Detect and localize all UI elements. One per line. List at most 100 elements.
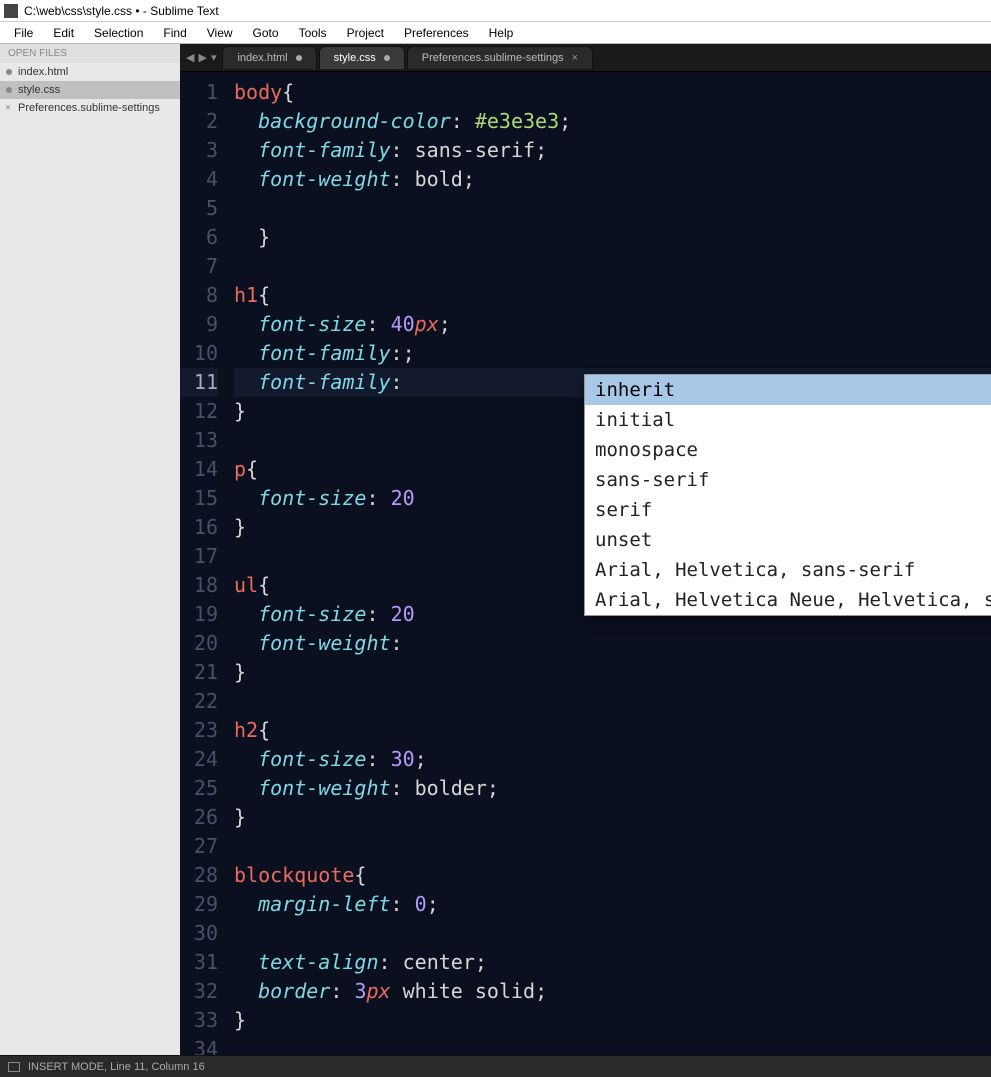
menu-file[interactable]: File [4, 24, 43, 42]
panel-switcher-icon[interactable] [8, 1062, 20, 1072]
autocomplete-item[interactable]: Arial, Helvetica Neue, Helvetica, sans-s… [585, 585, 991, 615]
open-file-item[interactable]: style.css [0, 81, 180, 99]
autocomplete-item[interactable]: monospace [585, 435, 991, 465]
line-number: 24 [180, 745, 218, 774]
tab-index-html[interactable]: index.html [222, 46, 316, 69]
code-line[interactable]: body{ [234, 78, 991, 107]
dirty-dot-icon [296, 55, 302, 61]
tab-nav-menu-icon[interactable]: ▾ [211, 51, 217, 64]
line-number: 3 [180, 136, 218, 165]
line-number: 25 [180, 774, 218, 803]
code-line[interactable] [234, 252, 991, 281]
menu-preferences[interactable]: Preferences [394, 24, 479, 42]
line-number: 19 [180, 600, 218, 629]
tab-nav-back-icon[interactable]: ◀ [186, 51, 194, 64]
code-line[interactable] [234, 919, 991, 948]
line-number: 7 [180, 252, 218, 281]
titlebar: C:\web\css\style.css • - Sublime Text [0, 0, 991, 22]
tab-style-css[interactable]: style.css [319, 46, 405, 69]
line-number: 13 [180, 426, 218, 455]
autocomplete-item[interactable]: initial [585, 405, 991, 435]
code-line[interactable]: } [234, 223, 991, 252]
line-number: 2 [180, 107, 218, 136]
code-line[interactable]: } [234, 658, 991, 687]
code-line[interactable]: blockquote{ [234, 861, 991, 890]
code-line[interactable]: background-color: #e3e3e3; [234, 107, 991, 136]
line-number: 29 [180, 890, 218, 919]
code-line[interactable]: } [234, 803, 991, 832]
line-number: 15 [180, 484, 218, 513]
autocomplete-popup[interactable]: inheritinitialmonospacesans-serifserifun… [584, 374, 991, 616]
code-line[interactable]: font-weight: bold; [234, 165, 991, 194]
code-line[interactable]: } [234, 1006, 991, 1035]
menu-edit[interactable]: Edit [43, 24, 84, 42]
code-line[interactable]: text-align: center; [234, 948, 991, 977]
tab-label: style.css [334, 52, 376, 64]
window-title: C:\web\css\style.css • - Sublime Text [24, 4, 219, 18]
autocomplete-item[interactable]: unset [585, 525, 991, 555]
menu-project[interactable]: Project [337, 24, 394, 42]
tab-preferences-sublime-settings[interactable]: Preferences.sublime-settings × [407, 46, 593, 69]
code-line[interactable]: border: 3px white solid; [234, 977, 991, 1006]
code-line[interactable]: font-family: sans-serif; [234, 136, 991, 165]
line-number: 22 [180, 687, 218, 716]
autocomplete-item[interactable]: Arial, Helvetica, sans-serif [585, 555, 991, 585]
autocomplete-item[interactable]: inherit [585, 375, 991, 405]
code-line[interactable]: font-family:; [234, 339, 991, 368]
code-line[interactable] [234, 194, 991, 223]
open-file-item[interactable]: × Preferences.sublime-settings [0, 99, 180, 117]
code-line[interactable]: h2{ [234, 716, 991, 745]
close-icon[interactable]: × [572, 52, 578, 64]
code-line[interactable] [234, 1035, 991, 1055]
autocomplete-item[interactable]: sans-serif [585, 465, 991, 495]
line-number: 11 [180, 368, 218, 397]
menu-find[interactable]: Find [153, 24, 196, 42]
code-line[interactable] [234, 832, 991, 861]
line-number: 28 [180, 861, 218, 890]
tab-label: Preferences.sublime-settings [422, 52, 564, 64]
open-files-header: OPEN FILES [0, 44, 180, 63]
workspace: OPEN FILES index.htmlstyle.css×Preferenc… [0, 44, 991, 1055]
open-file-item[interactable]: index.html [0, 63, 180, 81]
line-number: 27 [180, 832, 218, 861]
editor[interactable]: 1234567891011121314151617181920212223242… [180, 72, 991, 1055]
line-number: 17 [180, 542, 218, 571]
tab-nav-forward-icon[interactable]: ▶ [198, 51, 206, 64]
autocomplete-item[interactable]: serif [585, 495, 991, 525]
menu-tools[interactable]: Tools [289, 24, 337, 42]
line-number: 21 [180, 658, 218, 687]
open-files-list: index.html style.css × Preferences.sublime-… [0, 63, 180, 117]
line-number: 16 [180, 513, 218, 542]
code-line[interactable]: font-weight: bolder; [234, 774, 991, 803]
line-number: 10 [180, 339, 218, 368]
menu-selection[interactable]: Selection [84, 24, 153, 42]
code-line[interactable]: font-size: 40px; [234, 310, 991, 339]
menu-goto[interactable]: Goto [243, 24, 289, 42]
tabs: index.html style.css Preferences.sublime-s… [222, 46, 595, 69]
code-line[interactable] [234, 687, 991, 716]
open-file-label: Preferences.sublime-settings [18, 102, 160, 114]
code-line[interactable]: h1{ [234, 281, 991, 310]
line-number: 9 [180, 310, 218, 339]
line-number: 6 [180, 223, 218, 252]
menu-help[interactable]: Help [479, 24, 524, 42]
line-number: 30 [180, 919, 218, 948]
sidebar: OPEN FILES index.html style.css × Preferenc… [0, 44, 180, 1055]
line-number: 14 [180, 455, 218, 484]
close-icon[interactable]: × [5, 103, 11, 114]
line-number: 18 [180, 571, 218, 600]
dirty-dot-icon [6, 87, 12, 93]
line-number: 26 [180, 803, 218, 832]
code-line[interactable]: font-size: 30; [234, 745, 991, 774]
code-line[interactable]: font-weight: [234, 629, 991, 658]
line-number: 31 [180, 948, 218, 977]
open-file-label: style.css [18, 84, 60, 96]
code-line[interactable]: margin-left: 0; [234, 890, 991, 919]
line-number: 20 [180, 629, 218, 658]
line-number: 5 [180, 194, 218, 223]
line-number: 12 [180, 397, 218, 426]
dirty-dot-icon [384, 55, 390, 61]
statusbar: INSERT MODE, Line 11, Column 16 [0, 1055, 991, 1077]
editor-area: ◀ ▶ ▾ index.html style.css Preferences.sub… [180, 44, 991, 1055]
menu-view[interactable]: View [197, 24, 243, 42]
